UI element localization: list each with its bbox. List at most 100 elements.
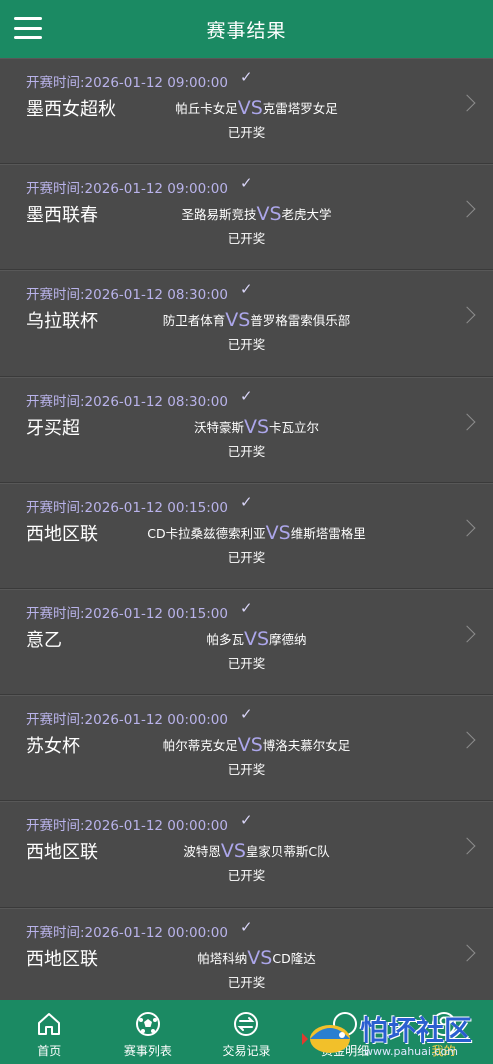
match-teams: 沃特豪斯VS卡瓦立尔 — [110, 416, 403, 438]
away-team: 摩德纳 — [269, 631, 307, 647]
tab-home-label: 首页 — [37, 1044, 62, 1058]
menu-icon[interactable] — [14, 14, 42, 42]
league-name: 苏女杯 — [26, 736, 80, 758]
chevron-right-icon[interactable] — [458, 94, 476, 112]
league-name: 西地区联 — [26, 842, 98, 864]
match-card[interactable]: 开赛时间:2026-01-12 00:15:00 ✓ 意乙 帕多瓦VS摩德纳 已开奖 — [0, 588, 493, 696]
chevron-right-icon[interactable] — [458, 625, 476, 643]
check-icon: ✓ — [240, 492, 253, 511]
vs-label: VS — [225, 309, 251, 332]
vs-label: VS — [247, 946, 273, 969]
vs-label: VS — [220, 840, 246, 863]
home-team: 帕塔科纳 — [197, 950, 248, 966]
match-card[interactable]: 开赛时间:2026-01-12 00:00:00 ✓ 苏女杯 帕尔蒂克女足VS博洛夫慕… — [0, 695, 493, 802]
match-teams: 防卫者体育VS普罗格雷索俱乐部 — [110, 309, 403, 331]
chevron-right-icon[interactable] — [458, 837, 476, 855]
match-start-time: 开赛时间:2026-01-12 00:00:00 — [26, 818, 228, 835]
match-teams: 波特恩VS皇家贝蒂斯C队 — [110, 840, 403, 862]
match-status: 已开奖 — [227, 125, 266, 140]
chevron-right-icon[interactable] — [458, 731, 476, 749]
soccer-ball-icon — [135, 1012, 160, 1036]
chevron-right-icon[interactable] — [458, 944, 476, 961]
vs-label: VS — [237, 734, 263, 757]
page-title: 赛事结果 — [206, 19, 287, 42]
check-icon: ✓ — [240, 280, 253, 299]
match-start-time: 开赛时间:2026-01-12 09:00:00 — [26, 181, 228, 198]
check-icon: ✓ — [240, 174, 253, 193]
vs-label: VS — [243, 627, 270, 650]
away-team: CD隆达 — [272, 950, 316, 966]
away-team: 普罗格雷索俱乐部 — [250, 313, 351, 329]
match-card[interactable]: 开赛时间:2026-01-12 00:00:00 ✓ 西地区联 帕塔科纳VSCD隆达已… — [0, 907, 493, 1000]
watermark-text: 怕坏社区 — [360, 1014, 473, 1047]
check-icon: ✓ — [240, 705, 253, 724]
match-teams: 帕塔科纳VSCD隆达 — [110, 947, 403, 969]
match-start-time: 开赛时间:2026-01-12 00:00:00 — [26, 924, 228, 941]
away-team: 克雷塔罗女足 — [262, 101, 338, 116]
site-watermark: 怕坏社区 www.pahuai.com — [300, 1005, 493, 1064]
match-status: 已开奖 — [227, 974, 266, 990]
league-name: 墨西联春 — [26, 205, 98, 227]
home-team: 防卫者体育 — [162, 313, 226, 329]
league-name: 乌拉联杯 — [26, 311, 98, 333]
match-teams: 帕丘卡女足VS克雷塔罗女足 — [110, 97, 403, 119]
match-status: 已开奖 — [227, 337, 266, 353]
league-name: 牙买超 — [26, 417, 80, 439]
match-teams: 帕尔蒂克女足VS博洛夫慕尔女足 — [110, 734, 403, 756]
tab-match-list-label: 赛事列表 — [123, 1044, 172, 1058]
header-bar: 赛事结果 — [0, 0, 493, 58]
match-card[interactable]: 开赛时间:2026-01-12 09:00:00 ✓ 墨西女超秋 帕丘卡女足VS克雷塔… — [0, 58, 493, 165]
check-icon: ✓ — [240, 386, 253, 405]
home-team: 圣路易斯竞技 — [181, 207, 257, 223]
match-card[interactable]: 开赛时间:2026-01-12 08:30:00 ✓ 牙买超 沃特豪斯VS卡瓦立尔 已开… — [0, 376, 493, 483]
match-results-list: 开赛时间:2026-01-12 09:00:00 ✓ 墨西女超秋 帕丘卡女足VS克雷塔… — [0, 58, 493, 1000]
away-team: 皇家贝蒂斯C队 — [245, 844, 330, 860]
chevron-right-icon[interactable] — [458, 413, 476, 431]
tab-match-list[interactable]: 赛事列表 — [99, 1000, 197, 1064]
chevron-right-icon[interactable] — [458, 200, 476, 218]
exchange-icon — [234, 1012, 259, 1036]
home-team: 帕尔蒂克女足 — [162, 738, 238, 754]
home-team: 帕多瓦 — [206, 631, 244, 647]
match-start-time: 开赛时间:2026-01-12 00:15:00 — [26, 605, 228, 622]
match-start-time: 开赛时间:2026-01-12 00:15:00 — [26, 499, 228, 516]
chevron-right-icon[interactable] — [458, 519, 476, 537]
home-team: CD卡拉桑兹德索利亚 — [147, 525, 266, 541]
match-card[interactable]: 开赛时间:2026-01-12 00:00:00 ✓ 西地区联 波特恩VS皇家贝蒂斯C… — [0, 801, 493, 908]
match-card[interactable]: 开赛时间:2026-01-12 08:30:00 ✓ 乌拉联杯 防卫者体育VS普罗格雷… — [0, 270, 493, 377]
league-name: 西地区联 — [26, 948, 98, 970]
home-team: 帕丘卡女足 — [175, 101, 238, 116]
watermark-url: www.pahuai.com — [364, 1045, 458, 1058]
match-status: 已开奖 — [227, 655, 266, 671]
match-start-time: 开赛时间:2026-01-12 09:00:00 — [26, 75, 228, 91]
check-icon: ✓ — [240, 68, 253, 86]
away-team: 卡瓦立尔 — [269, 419, 320, 435]
match-status: 已开奖 — [227, 549, 266, 565]
away-team: 老虎大学 — [281, 207, 332, 223]
match-teams: 圣路易斯竞技VS老虎大学 — [110, 203, 403, 225]
tab-home[interactable]: 首页 — [0, 1000, 98, 1064]
match-status: 已开奖 — [227, 231, 266, 247]
vs-label: VS — [256, 203, 282, 226]
match-teams: CD卡拉桑兹德索利亚VS维斯塔雷格里 — [110, 522, 403, 544]
vs-label: VS — [243, 415, 270, 438]
check-icon: ✓ — [240, 598, 253, 617]
home-team: 沃特豪斯 — [193, 419, 244, 435]
tab-transactions[interactable]: 交易记录 — [197, 1000, 295, 1064]
home-icon — [38, 1013, 61, 1035]
league-name: 意乙 — [26, 629, 62, 651]
tab-transactions-label: 交易记录 — [222, 1044, 271, 1058]
vs-label: VS — [265, 521, 291, 544]
match-start-time: 开赛时间:2026-01-12 08:30:00 — [26, 393, 228, 410]
match-card[interactable]: 开赛时间:2026-01-12 00:15:00 ✓ 西地区联 CD卡拉桑兹德索利亚V… — [0, 482, 493, 589]
check-icon: ✓ — [240, 917, 253, 936]
chevron-right-icon[interactable] — [458, 306, 476, 324]
home-team: 波特恩 — [183, 844, 221, 860]
vs-label: VS — [237, 97, 263, 119]
league-name: 墨西女超秋 — [26, 99, 116, 120]
match-card[interactable]: 开赛时间:2026-01-12 09:00:00 ✓ 墨西联春 圣路易斯竞技VS老虎大… — [0, 164, 493, 271]
match-status: 已开奖 — [227, 443, 266, 459]
match-start-time: 开赛时间:2026-01-12 00:00:00 — [26, 712, 228, 729]
away-team: 维斯塔雷格里 — [290, 525, 366, 541]
fish-logo-icon — [302, 1025, 350, 1053]
